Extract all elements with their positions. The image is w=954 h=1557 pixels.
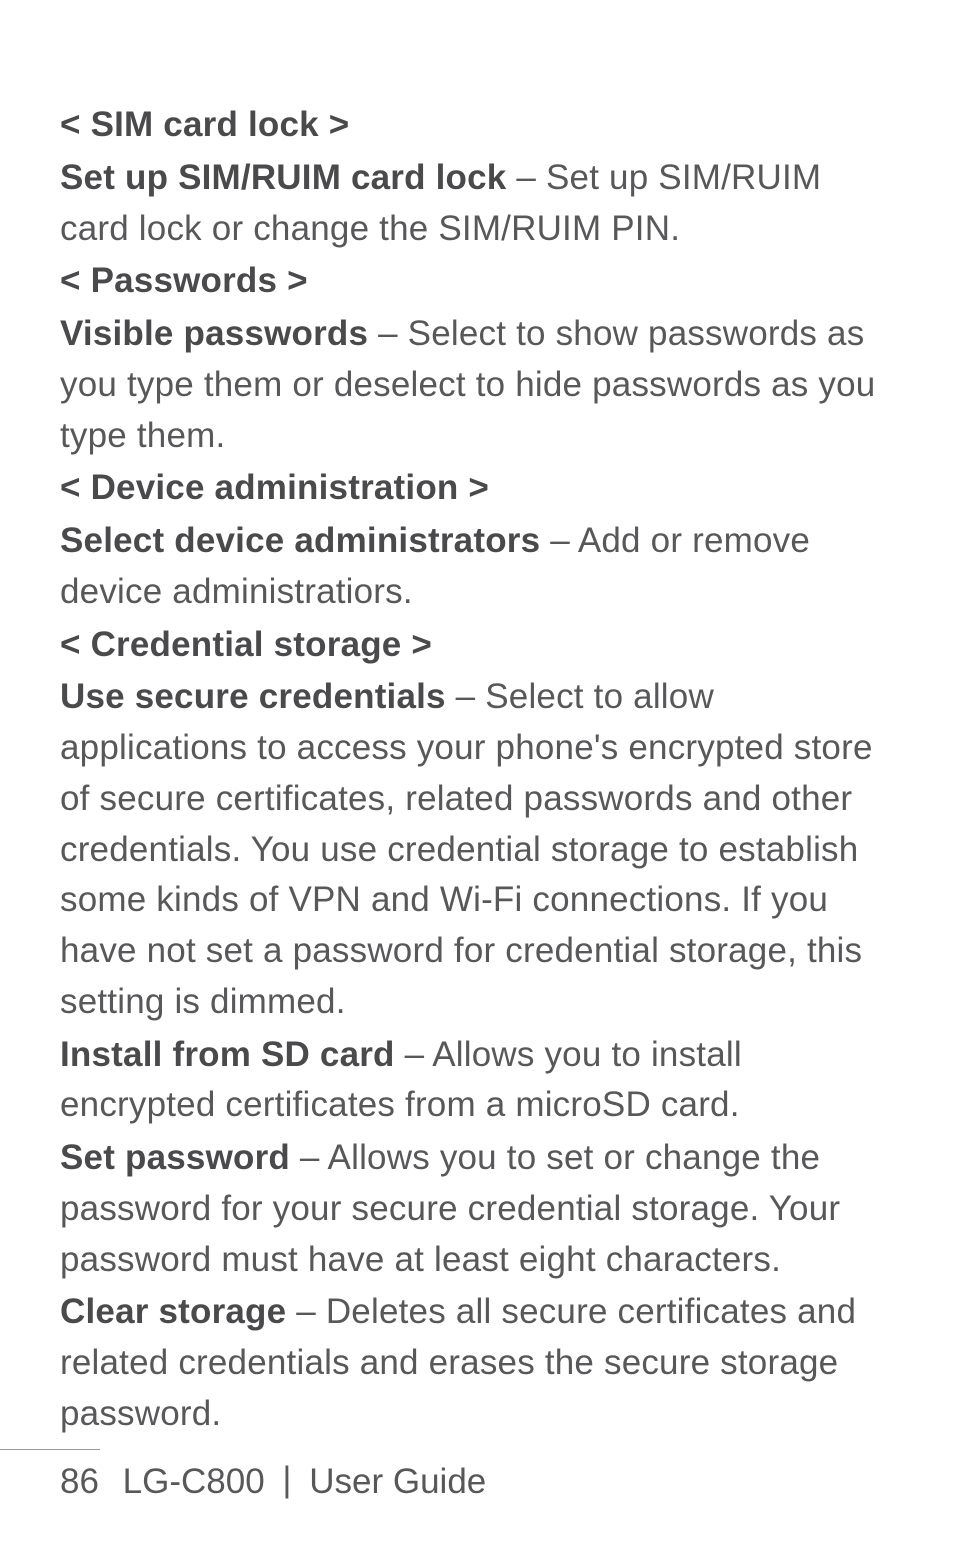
heading-sim-lock: < SIM card lock > (60, 105, 349, 144)
label-visible-passwords: Visible passwords (60, 314, 368, 353)
desc-use-secure: – Select to allow applications to access… (60, 677, 873, 1021)
label-clear-storage: Clear storage (60, 1292, 286, 1331)
heading-device-admin: < Device administration > (60, 468, 489, 507)
page-footer: 86 LG-C800 | User Guide (0, 1449, 954, 1502)
item-device-admin: Select device administrators – Add or re… (60, 516, 894, 618)
guide-label: User Guide (309, 1462, 486, 1501)
heading-credential: < Credential storage > (60, 625, 432, 664)
label-sim-lock: Set up SIM/RUIM card lock (60, 158, 506, 197)
footer-divider (0, 1449, 100, 1450)
section-heading-passwords: < Passwords > (60, 256, 894, 307)
section-heading-sim: < SIM card lock > (60, 100, 894, 151)
page-number: 86 (60, 1462, 99, 1502)
label-set-password: Set password (60, 1138, 290, 1177)
label-use-secure: Use secure credentials (60, 677, 446, 716)
model-name: LG-C800 (123, 1462, 275, 1501)
item-set-password: Set password – Allows you to set or chan… (60, 1133, 894, 1285)
item-sim-lock: Set up SIM/RUIM card lock – Set up SIM/R… (60, 153, 894, 255)
footer-text: 86 LG-C800 | User Guide (0, 1462, 954, 1502)
section-heading-device-admin: < Device administration > (60, 463, 894, 514)
item-use-secure: Use secure credentials – Select to allow… (60, 672, 894, 1027)
label-install-sd: Install from SD card (60, 1035, 395, 1074)
heading-passwords: < Passwords > (60, 261, 308, 300)
item-visible-passwords: Visible passwords – Select to show passw… (60, 309, 894, 461)
item-install-sd: Install from SD card – Allows you to ins… (60, 1030, 894, 1132)
body-text: < SIM card lock > Set up SIM/RUIM card l… (60, 100, 894, 1440)
footer-separator: | (282, 1460, 291, 1499)
item-clear-storage: Clear storage – Deletes all secure certi… (60, 1287, 894, 1439)
section-heading-credential: < Credential storage > (60, 620, 894, 671)
label-device-admin: Select device administrators (60, 521, 540, 560)
page-content: < SIM card lock > Set up SIM/RUIM card l… (0, 0, 954, 1440)
